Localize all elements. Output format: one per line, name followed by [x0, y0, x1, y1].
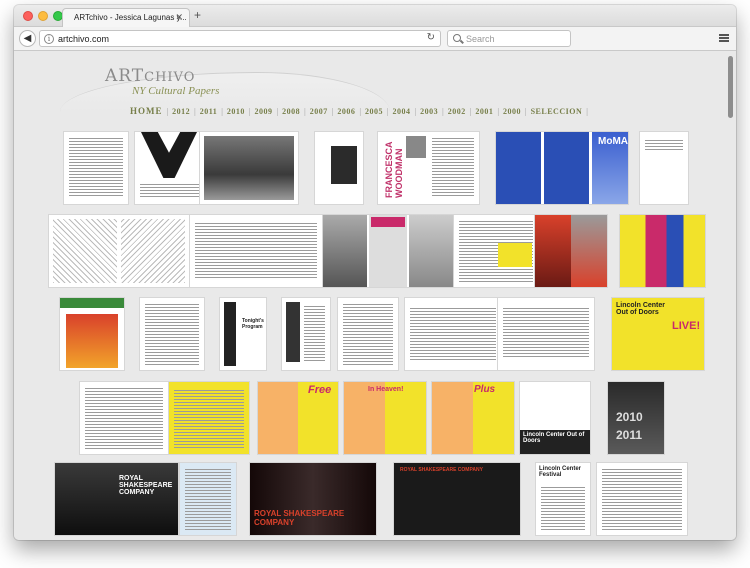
thumbnail-heaven-program[interactable]: In Heaven! [344, 382, 426, 454]
back-arrow-icon: ◀ [23, 33, 32, 44]
year-nav: HOME | 2012 | 2011 | 2010 | 2009 | 2008 | 2007… [126, 104, 588, 118]
browser-window: ARTchivo - Jessica Lagunas y... ✕ + ◀ i … [14, 5, 736, 540]
thumbnail-document[interactable] [405, 298, 501, 370]
reload-icon[interactable]: ↻ [427, 32, 435, 43]
nav-home[interactable]: HOME [126, 106, 167, 116]
tab-title: ARTchivo - Jessica Lagunas y... [74, 13, 187, 22]
close-window-button[interactable] [23, 11, 33, 21]
site-logo[interactable]: ARTCHIVO [105, 66, 195, 86]
hamburger-menu-icon[interactable] [719, 34, 729, 42]
tonights-program: Tonight's Program [242, 318, 264, 330]
nav-2007[interactable]: 2007 [306, 107, 332, 116]
woodman-title: FRANCESCA WOODMAN [384, 141, 404, 198]
year-2011: 2011 [616, 428, 643, 442]
tab-close-icon[interactable]: ✕ [175, 12, 183, 23]
nav-2005[interactable]: 2005 [361, 107, 387, 116]
browser-toolbar: ◀ i artchivo.com ↻ Search [14, 27, 736, 51]
thumbnail-program[interactable]: Tonight's Program [220, 298, 266, 370]
url-text[interactable]: artchivo.com [58, 34, 109, 44]
nav-2011[interactable]: 2011 [196, 107, 222, 116]
rsc-banner: ROYAL SHAKESPEARE COMPANY [254, 509, 345, 527]
minimize-window-button[interactable] [38, 11, 48, 21]
thumbnail-plus-program[interactable]: Plus [432, 382, 514, 454]
thumbnail-photo[interactable] [315, 132, 363, 204]
thumbnail-document[interactable] [190, 215, 322, 287]
thumbnail-rsc-photo[interactable]: ROYAL SHAKESPEARE COMPANY [250, 463, 376, 535]
thumbnail-photo[interactable] [535, 215, 607, 287]
thumbnail-rsc-stage[interactable]: ROYAL SHAKESPEARE COMPANY [55, 463, 178, 535]
title-bar: ARTchivo - Jessica Lagunas y... ✕ + [14, 5, 736, 27]
thumbnail-yellow-program[interactable] [169, 382, 249, 454]
nav-2000[interactable]: 2000 [499, 107, 525, 116]
logo-suffix: CHIVO [144, 70, 196, 85]
nav-2004[interactable]: 2004 [389, 107, 415, 116]
nav-2010[interactable]: 2010 [223, 107, 249, 116]
new-tab-button[interactable]: + [194, 8, 201, 22]
logo-prefix: ART [105, 66, 145, 86]
thumbnail-photo[interactable] [200, 132, 298, 204]
thumbnail-poster[interactable] [620, 215, 705, 287]
lincoln-ad-title: Lincoln Center Out of Doors [523, 432, 585, 444]
free-text: Free [308, 384, 332, 396]
scrollbar-thumb[interactable] [728, 56, 733, 118]
thumbnail-document[interactable] [80, 382, 168, 454]
nav-2001[interactable]: 2001 [471, 107, 497, 116]
live-text: LIVE! [672, 320, 701, 332]
thumbnail-document[interactable] [140, 298, 204, 370]
thumbnail-document[interactable] [64, 132, 128, 204]
nav-separator: | [586, 106, 588, 116]
thumbnail-document[interactable] [338, 298, 398, 370]
back-button[interactable]: ◀ [19, 30, 36, 47]
thumbnail-lincoln-center[interactable]: Lincoln Center Out of Doors LIVE! [612, 298, 704, 370]
site-subtitle: NY Cultural Papers [132, 85, 220, 97]
rsc-title: ROYAL SHAKESPEARE COMPANY [119, 475, 173, 496]
search-input[interactable]: Search [447, 30, 571, 47]
browser-tab[interactable]: ARTchivo - Jessica Lagunas y... ✕ [62, 8, 190, 27]
lincoln-festival-title: Lincoln Center Festival [539, 466, 582, 478]
search-icon [453, 34, 461, 42]
thumbnail-photo[interactable] [135, 132, 204, 204]
thumbnail-document[interactable] [454, 215, 538, 287]
nav-seleccion[interactable]: SELECCION [527, 107, 587, 116]
thumbnail-lincoln-center-ad[interactable]: Lincoln Center Out of Doors [520, 382, 590, 454]
search-placeholder: Search [466, 34, 495, 44]
thumbnail-poster[interactable] [60, 298, 124, 370]
plus-text: Plus [474, 384, 496, 395]
address-bar[interactable]: i artchivo.com ↻ [39, 30, 441, 47]
thumbnail-document[interactable] [640, 132, 688, 204]
year-2010: 2010 [616, 410, 643, 424]
nav-2008[interactable]: 2008 [278, 107, 304, 116]
nav-2006[interactable]: 2006 [333, 107, 359, 116]
thumbnail-woodman[interactable]: FRANCESCA WOODMAN [378, 132, 479, 204]
thumbnail-moma[interactable]: MoMA [496, 132, 628, 204]
rsc-cast-title: ROYAL SHAKESPEARE COMPANY [400, 467, 483, 473]
nav-2009[interactable]: 2009 [251, 107, 277, 116]
thumbnail-document[interactable] [180, 463, 236, 535]
nav-2003[interactable]: 2003 [416, 107, 442, 116]
thumbnail-map[interactable] [49, 215, 191, 287]
thumbnail-document[interactable] [597, 463, 687, 535]
thumbnail-photo[interactable] [323, 215, 453, 287]
page-content: ARTCHIVO NY Cultural Papers HOME | 2012 | … [14, 52, 736, 540]
thumbnail-free-program[interactable]: Free [258, 382, 338, 454]
in-heaven-text: In Heaven! [368, 386, 404, 393]
thumbnail-lincoln-festival[interactable]: Lincoln Center Festival [536, 463, 590, 535]
moma-title: MoMA [598, 136, 628, 147]
thumbnail-document[interactable] [498, 298, 594, 370]
thumbnail-program[interactable] [282, 298, 330, 370]
thumbnail-2010-2011[interactable]: 2010 2011 [608, 382, 664, 454]
thumbnail-rsc-cast[interactable]: ROYAL SHAKESPEARE COMPANY [394, 463, 520, 535]
nav-2012[interactable]: 2012 [168, 107, 194, 116]
nav-2002[interactable]: 2002 [444, 107, 470, 116]
lincoln-title: Lincoln Center Out of Doors [616, 302, 666, 316]
info-icon[interactable]: i [44, 34, 54, 44]
